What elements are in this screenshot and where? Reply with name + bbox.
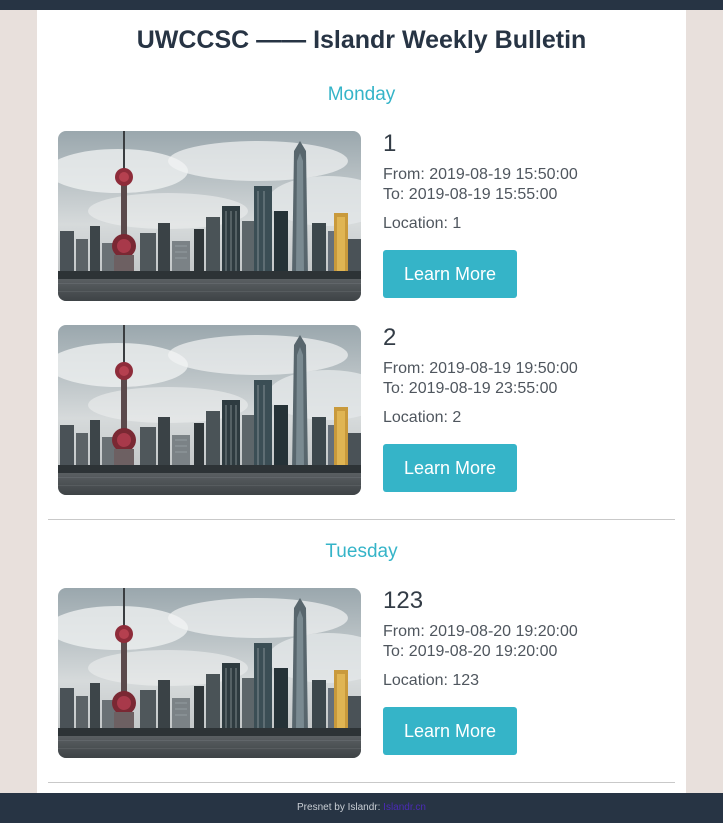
footer: Presnet by Islandr: Islandr.cn: [0, 793, 723, 823]
event-to: To: 2019-08-20 19:20:00: [383, 642, 558, 660]
section-divider: [48, 782, 675, 783]
event-to: To: 2019-08-19 23:55:00: [383, 379, 558, 397]
event-time: From: 2019-08-20 19:20:00 To: 2019-08-20…: [383, 622, 668, 661]
learn-more-button[interactable]: Learn More: [383, 250, 517, 298]
event-name: 2: [383, 324, 397, 351]
event-card: 1 From: 2019-08-19 15:50:00 To: 2019-08-…: [58, 130, 668, 301]
event-image: [58, 131, 361, 301]
event-from: From: 2019-08-19 15:50:00: [383, 166, 578, 183]
event-image: [58, 588, 361, 758]
learn-more-button[interactable]: Learn More: [383, 444, 517, 492]
event-info: 1 From: 2019-08-19 15:50:00 To: 2019-08-…: [383, 130, 668, 234]
event-name: 1: [383, 130, 397, 157]
event-info: 2 From: 2019-08-19 19:50:00 To: 2019-08-…: [383, 324, 668, 428]
event-location: Location: 1: [383, 215, 462, 232]
event-from: From: 2019-08-19 19:50:00: [383, 360, 578, 377]
section-divider: [48, 519, 675, 520]
event-card: 2 From: 2019-08-19 19:50:00 To: 2019-08-…: [58, 324, 668, 495]
event-location: Location: 123: [383, 672, 480, 689]
event-location: Location: 2: [383, 409, 462, 426]
footer-text: Presnet by Islandr:: [297, 802, 384, 813]
day-heading-monday: Monday: [327, 84, 396, 105]
event-name: 123: [383, 587, 424, 614]
event-time: From: 2019-08-19 15:50:00 To: 2019-08-19…: [383, 165, 668, 204]
event-to: To: 2019-08-19 15:55:00: [383, 185, 558, 203]
top-bar: [0, 0, 723, 10]
event-image: [58, 325, 361, 495]
event-card: 123 From: 2019-08-20 19:20:00 To: 2019-0…: [58, 587, 668, 758]
footer-link[interactable]: Islandr.cn: [383, 802, 426, 813]
event-from: From: 2019-08-20 19:20:00: [383, 623, 578, 640]
day-heading-tuesday: Tuesday: [325, 541, 398, 562]
event-info: 123 From: 2019-08-20 19:20:00 To: 2019-0…: [383, 587, 668, 691]
event-time: From: 2019-08-19 19:50:00 To: 2019-08-19…: [383, 359, 668, 398]
bulletin-title: UWCCSC —— Islandr Weekly Bulletin: [136, 26, 587, 54]
learn-more-button[interactable]: Learn More: [383, 707, 517, 755]
bulletin-sheet: UWCCSC —— Islandr Weekly Bulletin Monday: [37, 10, 686, 793]
